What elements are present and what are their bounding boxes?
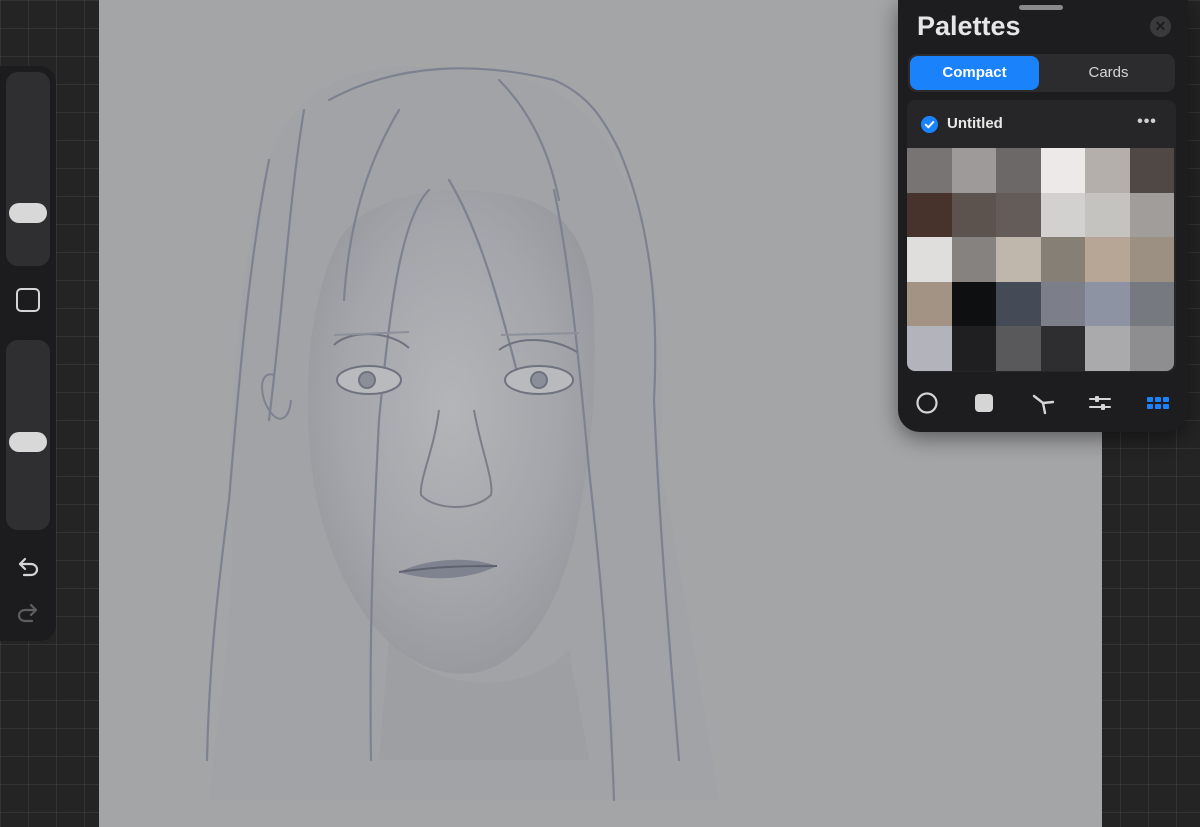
disc-icon[interactable] xyxy=(914,390,940,416)
color-swatch[interactable] xyxy=(1040,326,1085,371)
color-swatch[interactable] xyxy=(996,148,1041,193)
left-sidebar xyxy=(0,66,56,641)
color-swatch[interactable] xyxy=(1085,281,1130,327)
brush-size-thumb[interactable] xyxy=(9,203,47,223)
color-swatch[interactable] xyxy=(1040,237,1085,282)
tab-compact[interactable]: Compact xyxy=(910,56,1039,90)
color-swatch[interactable] xyxy=(1085,192,1130,238)
color-swatch[interactable] xyxy=(907,281,952,327)
redo-icon[interactable] xyxy=(16,600,40,624)
more-options-icon[interactable]: ••• xyxy=(1133,111,1161,133)
color-swatch[interactable] xyxy=(1129,237,1174,282)
color-swatch[interactable] xyxy=(1085,148,1130,193)
tab-cards[interactable]: Cards xyxy=(1044,56,1173,90)
color-swatch[interactable] xyxy=(1129,281,1174,327)
palette-name[interactable]: Untitled xyxy=(947,115,1003,132)
palettes-icon[interactable] xyxy=(1145,390,1171,416)
color-swatch[interactable] xyxy=(907,192,952,238)
color-swatch[interactable] xyxy=(951,148,996,193)
value-icon[interactable] xyxy=(1087,390,1113,416)
color-swatch[interactable] xyxy=(1129,326,1174,371)
color-swatch[interactable] xyxy=(996,237,1041,282)
color-swatch[interactable] xyxy=(951,326,996,371)
color-swatch[interactable] xyxy=(951,237,996,282)
color-swatch[interactable] xyxy=(907,148,952,193)
color-swatch[interactable] xyxy=(1040,281,1085,327)
color-swatch[interactable] xyxy=(996,326,1041,371)
opacity-thumb[interactable] xyxy=(9,432,47,452)
color-swatch[interactable] xyxy=(996,192,1041,238)
palettes-panel: Palettes ✕ Compact Cards Untitled ••• xyxy=(898,0,1188,432)
color-swatch[interactable] xyxy=(1040,148,1085,193)
close-icon[interactable]: ✕ xyxy=(1150,16,1171,37)
color-swatch[interactable] xyxy=(907,326,952,371)
color-swatch[interactable] xyxy=(951,192,996,238)
color-swatch[interactable] xyxy=(951,281,996,327)
checkmark-icon[interactable] xyxy=(921,116,938,133)
undo-icon[interactable] xyxy=(16,554,40,578)
color-swatch[interactable] xyxy=(996,281,1041,327)
classic-icon[interactable] xyxy=(971,390,997,416)
color-swatch[interactable] xyxy=(1085,237,1130,282)
panel-title: Palettes xyxy=(917,11,1021,41)
color-swatch[interactable] xyxy=(1129,192,1174,238)
color-swatch[interactable] xyxy=(907,237,952,282)
panel-grabber[interactable] xyxy=(1019,5,1063,10)
harmony-icon[interactable] xyxy=(1030,390,1056,416)
view-segmented-control: Compact Cards xyxy=(908,54,1175,92)
swatch-grid xyxy=(907,148,1174,371)
brush-size-slider[interactable] xyxy=(6,72,50,266)
color-mode-toolbar xyxy=(898,386,1188,422)
color-swatch[interactable] xyxy=(1129,148,1174,193)
modify-square-icon[interactable] xyxy=(16,288,40,312)
opacity-slider[interactable] xyxy=(6,340,50,530)
color-swatch[interactable] xyxy=(1040,192,1085,238)
palette-card: Untitled ••• xyxy=(907,100,1176,372)
color-swatch[interactable] xyxy=(1085,326,1130,371)
